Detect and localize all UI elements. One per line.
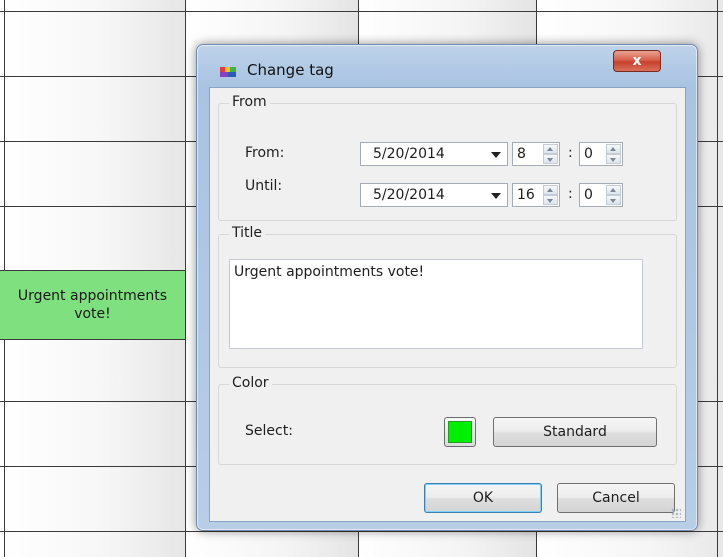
from-hour-stepper[interactable]: 8 [512,142,560,166]
until-hour-value: 16 [517,187,535,203]
grid-line [185,0,186,557]
close-x-icon: x [632,53,642,69]
from-date-value: 5/20/2014 [373,146,445,162]
spin-up-icon[interactable] [543,144,558,154]
color-group: Color Select: Standard [218,375,677,465]
grid-line [0,11,723,12]
from-label: From: [245,145,285,161]
select-label: Select: [245,423,293,439]
standard-button[interactable]: Standard [493,417,657,447]
title-group: Title Urgent appointments vote! [218,225,677,368]
calendar-tag[interactable]: Urgent appointments vote! [0,270,185,340]
from-minute-stepper[interactable]: 0 [579,142,623,166]
ok-button-label: OK [472,490,494,506]
from-group-title: From [229,94,270,110]
title-group-title: Title [229,225,266,241]
chevron-down-icon[interactable] [491,193,501,199]
spin-down-icon[interactable] [606,195,621,205]
dialog-title: Change tag [247,61,334,79]
dialog-body: From From: 5/20/2014 8 : 0 Until: 5/20/2… [209,87,686,522]
cancel-button-label: Cancel [592,490,640,506]
spin-down-icon[interactable] [543,195,558,205]
dialog-titlebar[interactable]: Change tag x [197,45,697,89]
title-textarea[interactable]: Urgent appointments vote! [229,259,643,349]
until-hour-stepper[interactable]: 16 [512,183,560,207]
color-swatch-button[interactable] [444,417,476,447]
chevron-down-icon[interactable] [491,152,501,158]
selected-color-fill [448,421,472,443]
standard-button-label: Standard [543,424,607,440]
app-icon [219,65,237,79]
until-minute-stepper[interactable]: 0 [579,183,623,207]
spin-down-icon[interactable] [543,154,558,164]
from-group: From From: 5/20/2014 8 : 0 Until: 5/20/2… [218,94,677,221]
ok-button[interactable]: OK [424,483,542,513]
change-tag-dialog: Change tag x From From: 5/20/2014 8 : 0 [196,44,698,531]
from-minute-value: 0 [584,146,593,162]
grid-line [0,531,723,532]
until-minute-value: 0 [584,187,593,203]
until-date-value: 5/20/2014 [373,187,445,203]
spin-down-icon[interactable] [606,154,621,164]
until-date-picker[interactable]: 5/20/2014 [360,183,508,207]
spin-up-icon[interactable] [606,185,621,195]
from-hour-value: 8 [517,146,526,162]
close-button[interactable]: x [613,50,661,72]
time-separator: : [568,145,573,161]
from-date-picker[interactable]: 5/20/2014 [360,142,508,166]
spin-up-icon[interactable] [606,144,621,154]
cancel-button[interactable]: Cancel [557,483,675,513]
grid-line [717,0,718,557]
spin-up-icon[interactable] [543,185,558,195]
color-group-title: Color [229,375,272,391]
time-separator: : [568,186,573,202]
until-label: Until: [245,178,283,194]
resize-grip-icon[interactable] [671,508,681,518]
calendar-tag-text: Urgent appointments vote! [17,288,168,322]
